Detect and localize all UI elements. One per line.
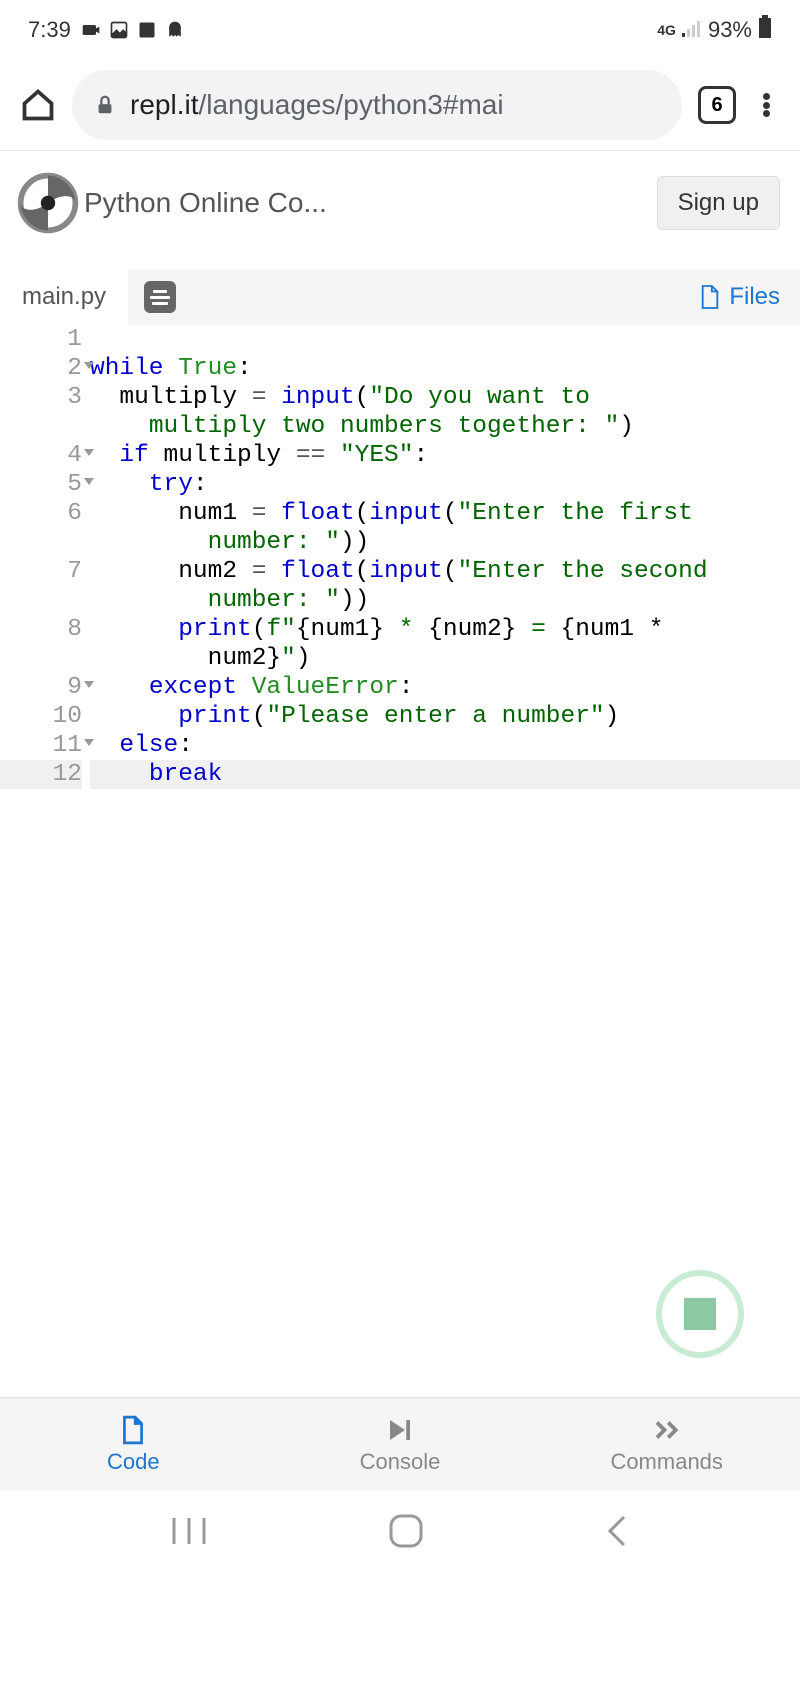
sign-up-button[interactable]: Sign up: [657, 176, 780, 230]
url-text: repl.it/languages/python3#mai: [130, 89, 504, 121]
tab-count-value: 6: [711, 94, 722, 117]
back-icon[interactable]: [604, 1513, 630, 1549]
recents-icon[interactable]: [170, 1516, 208, 1546]
tab-count-button[interactable]: 6: [698, 86, 736, 124]
status-notification-icons: [81, 20, 185, 40]
file-icon: [118, 1415, 148, 1445]
status-right: 4G 93%: [657, 15, 772, 45]
file-bar: main.py Files: [0, 269, 800, 325]
tab-code-label: Code: [107, 1449, 160, 1475]
android-nav: [0, 1491, 800, 1571]
home-icon[interactable]: [20, 87, 56, 123]
image-icon: [109, 20, 129, 40]
status-left: 7:39: [28, 17, 185, 43]
files-button-label: Files: [729, 283, 780, 311]
battery-icon: [758, 15, 772, 45]
tab-console[interactable]: Console: [267, 1398, 534, 1491]
replit-logo-icon[interactable]: [12, 167, 84, 239]
signal-icon: [682, 17, 702, 43]
network-type: 4G: [657, 22, 676, 38]
url-domain: repl.it: [130, 89, 198, 120]
code-editor[interactable]: 123456789101112 while True: multiply = i…: [0, 325, 800, 789]
tab-console-label: Console: [360, 1449, 441, 1475]
url-path: /languages/python3#mai: [198, 89, 503, 120]
lock-icon: [94, 94, 116, 116]
file-bar-toolbar: Files: [128, 269, 800, 325]
refresh-icon: [137, 20, 157, 40]
ghost-icon: [165, 20, 185, 40]
stop-icon: [684, 1298, 716, 1330]
status-time: 7:39: [28, 17, 71, 43]
tab-code[interactable]: Code: [0, 1398, 267, 1491]
repl-brand: Python Online Co...: [12, 167, 327, 239]
tab-commands[interactable]: Commands: [533, 1398, 800, 1491]
gutter: 123456789101112: [0, 325, 90, 789]
chevrons-right-icon: [652, 1415, 682, 1445]
notification-icon: [81, 20, 101, 40]
home-nav-icon[interactable]: [388, 1513, 424, 1549]
bottom-tabs: Code Console Commands: [0, 1397, 800, 1491]
browser-bar: repl.it/languages/python3#mai 6: [0, 60, 800, 150]
format-icon[interactable]: [144, 281, 176, 313]
tab-commands-label: Commands: [610, 1449, 722, 1475]
code-content[interactable]: while True: multiply = input("Do you wan…: [90, 325, 800, 789]
url-bar[interactable]: repl.it/languages/python3#mai: [72, 70, 682, 140]
page-title: Python Online Co...: [84, 187, 327, 219]
repl-header: Python Online Co... Sign up: [0, 150, 800, 255]
stop-button[interactable]: [656, 1270, 744, 1358]
play-skip-icon: [385, 1415, 415, 1445]
files-button[interactable]: Files: [699, 283, 780, 311]
more-menu-icon[interactable]: [752, 91, 780, 119]
file-icon: [699, 284, 721, 310]
file-tab-main[interactable]: main.py: [0, 271, 128, 323]
battery-percent: 93%: [708, 17, 752, 43]
status-bar: 7:39 4G 93%: [0, 0, 800, 60]
